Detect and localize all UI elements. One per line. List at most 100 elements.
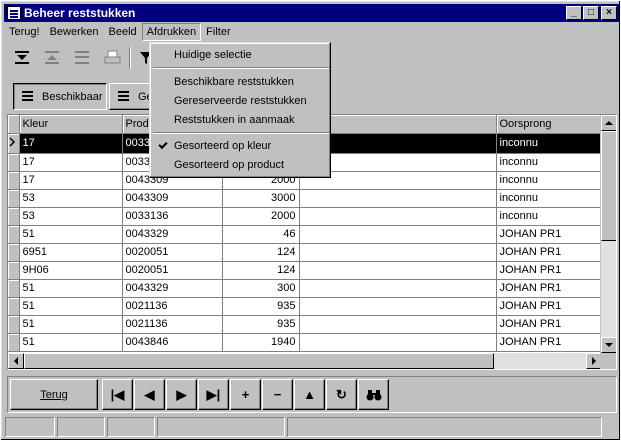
scroll-down-button[interactable]: [601, 337, 616, 353]
cell-oorsprong[interactable]: JOHAN PR1: [496, 225, 603, 244]
cell-length[interactable]: 3000: [222, 189, 300, 208]
refresh-button[interactable]: ↻: [326, 379, 357, 410]
table-row[interactable]: 51 0043329 46 JOHAN PR1: [8, 225, 603, 244]
cell-kleur[interactable]: 17: [19, 133, 123, 154]
last-record-button[interactable]: ▶|: [198, 379, 229, 410]
title-bar[interactable]: Beheer reststukken _ □ ×: [4, 4, 619, 22]
horizontal-scroll-thumb[interactable]: [24, 353, 494, 369]
prev-record-button[interactable]: ◀: [134, 379, 165, 410]
table-row[interactable]: 9H06 0020051 124 JOHAN PR1: [8, 261, 603, 280]
cell-oorsprong[interactable]: inconnu: [496, 207, 603, 226]
move-up-button[interactable]: ▲: [294, 379, 325, 410]
cell-magazijn[interactable]: [299, 225, 497, 244]
row-indicator[interactable]: [8, 261, 20, 280]
cell-magazijn[interactable]: [299, 261, 497, 280]
cell-magazijn[interactable]: [299, 243, 497, 262]
table-row[interactable]: 53 0043309 3000 inconnu: [8, 189, 603, 208]
next-record-button[interactable]: ▶: [166, 379, 197, 410]
cell-product[interactable]: 0021136: [122, 297, 223, 316]
print-icon[interactable]: [101, 47, 125, 69]
cell-length[interactable]: 2000: [222, 207, 300, 226]
add-record-button[interactable]: +: [230, 379, 261, 410]
delete-record-button[interactable]: −: [262, 379, 293, 410]
row-indicator[interactable]: [8, 225, 20, 244]
cell-product[interactable]: 0020051: [122, 243, 223, 262]
row-indicator[interactable]: [8, 297, 20, 316]
cell-oorsprong[interactable]: JOHAN PR1: [496, 333, 603, 352]
menu-item-available[interactable]: Beschikbare reststukken: [153, 73, 329, 91]
cell-length[interactable]: 124: [222, 261, 300, 280]
cell-magazijn[interactable]: [299, 207, 497, 226]
cell-product[interactable]: 0043846: [122, 333, 223, 352]
maximize-button[interactable]: □: [583, 6, 599, 20]
available-view-button[interactable]: Beschikbaar: [13, 83, 107, 110]
cell-magazijn[interactable]: [299, 279, 497, 298]
row-indicator[interactable]: [8, 189, 20, 208]
cell-oorsprong[interactable]: JOHAN PR1: [496, 279, 603, 298]
cell-length[interactable]: 46: [222, 225, 300, 244]
menu-item-reserved[interactable]: Gereserveerde reststukken: [153, 92, 329, 110]
cell-oorsprong[interactable]: inconnu: [496, 189, 603, 208]
cell-kleur[interactable]: 51: [19, 297, 123, 316]
cell-product[interactable]: 0043329: [122, 279, 223, 298]
vertical-scroll-thumb[interactable]: [601, 131, 616, 241]
cell-magazijn[interactable]: [299, 297, 497, 316]
cell-product[interactable]: 0033136: [122, 207, 223, 226]
cell-oorsprong[interactable]: inconnu: [496, 171, 603, 190]
menu-filter[interactable]: Filter: [201, 23, 235, 41]
cell-product[interactable]: 0021136: [122, 315, 223, 334]
cell-oorsprong[interactable]: inconnu: [496, 153, 603, 172]
menu-item-in-production[interactable]: Reststukken in aanmaak: [153, 111, 329, 129]
current-row-indicator[interactable]: [8, 133, 20, 154]
cell-kleur[interactable]: 51: [19, 333, 123, 352]
cell-kleur[interactable]: 17: [19, 171, 123, 190]
cell-magazijn[interactable]: [299, 333, 497, 352]
table-row[interactable]: 51 0021136 935 JOHAN PR1: [8, 297, 603, 316]
cell-length[interactable]: 300: [222, 279, 300, 298]
first-record-button[interactable]: |◀: [102, 379, 133, 410]
vertical-scrollbar[interactable]: [600, 115, 616, 353]
row-indicator[interactable]: [8, 171, 20, 190]
cell-length[interactable]: 1940: [222, 333, 300, 352]
cell-product[interactable]: 0043329: [122, 225, 223, 244]
cell-magazijn[interactable]: [299, 189, 497, 208]
cell-oorsprong[interactable]: JOHAN PR1: [496, 315, 603, 334]
minimize-button[interactable]: _: [566, 6, 582, 20]
cell-length[interactable]: 124: [222, 243, 300, 262]
cell-kleur[interactable]: 51: [19, 279, 123, 298]
close-button[interactable]: ×: [601, 6, 617, 20]
menu-item-current-selection[interactable]: Huidige selectie: [153, 46, 329, 64]
menu-terug[interactable]: Terug!: [4, 23, 45, 41]
menu-bewerken[interactable]: Bewerken: [45, 23, 104, 41]
menu-item-sort-color[interactable]: Gesorteerd op kleur: [153, 137, 329, 155]
row-indicator[interactable]: [8, 207, 20, 226]
sort-multi-icon[interactable]: [71, 47, 95, 69]
row-indicator[interactable]: [8, 279, 20, 298]
menu-beeld[interactable]: Beeld: [104, 23, 142, 41]
cell-product[interactable]: 0020051: [122, 261, 223, 280]
table-row[interactable]: 51 0043846 1940 JOHAN PR1: [8, 333, 603, 352]
row-indicator[interactable]: [8, 315, 20, 334]
cell-length[interactable]: 935: [222, 297, 300, 316]
scroll-left-button[interactable]: [8, 353, 24, 369]
menu-afdrukken[interactable]: Afdrukken: [141, 23, 202, 41]
cell-oorsprong[interactable]: inconnu: [496, 133, 603, 154]
cell-kleur[interactable]: 53: [19, 189, 123, 208]
table-row[interactable]: 6951 0020051 124 JOHAN PR1: [8, 243, 603, 262]
horizontal-scrollbar[interactable]: [8, 353, 602, 369]
table-row[interactable]: 51 0043329 300 JOHAN PR1: [8, 279, 603, 298]
scroll-up-button[interactable]: [601, 115, 616, 131]
cell-product[interactable]: 0043309: [122, 189, 223, 208]
back-button[interactable]: Terug: [10, 379, 98, 410]
cell-kleur[interactable]: 51: [19, 315, 123, 334]
row-indicator[interactable]: [8, 333, 20, 352]
menu-item-sort-product[interactable]: Gesorteerd op product: [153, 156, 329, 174]
find-button[interactable]: [358, 379, 389, 410]
cell-magazijn[interactable]: [299, 315, 497, 334]
table-row[interactable]: 51 0021136 935 JOHAN PR1: [8, 315, 603, 334]
cell-kleur[interactable]: 17: [19, 153, 123, 172]
table-row[interactable]: 53 0033136 2000 inconnu: [8, 207, 603, 226]
cell-kleur[interactable]: 53: [19, 207, 123, 226]
row-indicator[interactable]: [8, 243, 20, 262]
column-oorsprong[interactable]: Oorsprong: [496, 115, 603, 134]
